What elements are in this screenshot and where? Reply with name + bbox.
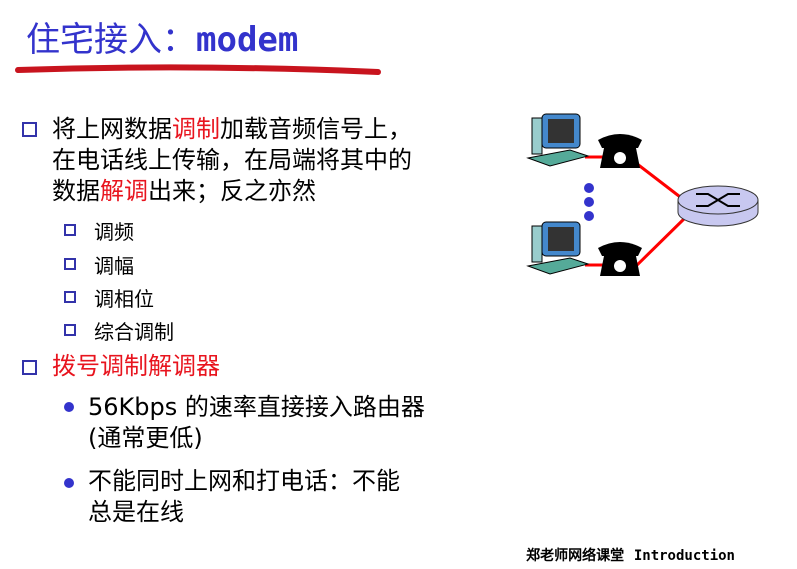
sub-bullet-icon <box>64 258 76 270</box>
bullet-1-text: 将上网数据调制加载音频信号上， 在电话线上传输，在局端将其中的 数据解调出来；反… <box>52 114 412 207</box>
ellipsis-dots <box>584 183 594 221</box>
footer: 郑老师网络课堂 Introduction <box>526 548 735 564</box>
sub-item: 调幅 <box>94 254 134 278</box>
line-1: 将上网数据调制加载音频信号上， <box>52 115 412 143</box>
sub-bullet-icon <box>64 324 76 336</box>
sub-item: 调相位 <box>94 287 154 311</box>
sub-item: 调频 <box>94 220 134 244</box>
sub-bullet-icon <box>64 291 76 303</box>
title-zh: 住宅接入： <box>26 20 196 60</box>
computer-icon <box>526 221 590 275</box>
modem-diagram <box>526 113 759 276</box>
line-2: 在电话线上传输，在局端将其中的 <box>52 146 412 174</box>
point-1: 56Kbps 的速率直接接入路由器 (通常更低) <box>88 393 425 452</box>
computer-icon <box>526 113 590 167</box>
slide-title: 住宅接入：modem <box>26 12 298 61</box>
dot-bullet-icon <box>64 402 74 412</box>
router-icon <box>677 185 759 227</box>
sub-item: 综合调制 <box>94 320 174 344</box>
sub-bullet-icon <box>64 224 76 236</box>
title-underline <box>15 64 381 75</box>
telephone-icon <box>598 134 642 168</box>
title-en: modem <box>196 20 299 60</box>
bullet-box-icon <box>22 360 37 375</box>
bullet-box-icon <box>22 122 37 137</box>
telephone-icon <box>598 242 642 276</box>
line-3: 数据解调出来；反之亦然 <box>52 177 316 205</box>
point-2: 不能同时上网和打电话：不能 总是在线 <box>88 467 400 526</box>
dot-bullet-icon <box>64 478 74 488</box>
bullet-2-text: 拨号调制解调器 <box>52 352 220 380</box>
